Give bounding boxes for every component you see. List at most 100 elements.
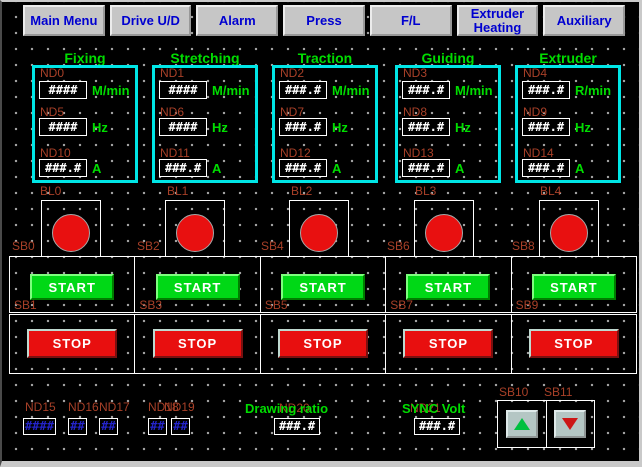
unit-label: Hz bbox=[332, 120, 348, 135]
numeric-display: ###.# bbox=[279, 81, 327, 99]
unit-label: R/min bbox=[575, 83, 611, 98]
stop-cell-guiding: STOP bbox=[386, 315, 511, 373]
drawing-ratio-display: ###.# bbox=[274, 418, 320, 435]
numeric-display: ###.# bbox=[522, 159, 570, 177]
unit-label: Hz bbox=[575, 120, 591, 135]
button-id-label: SB8 bbox=[512, 239, 535, 253]
button-id-label: SB9 bbox=[516, 298, 539, 312]
display-group-extruder: ND4 ###.# R/min ND9 ###.# Hz ND14 ###.# … bbox=[515, 65, 621, 183]
button-id-label: SB0 bbox=[12, 239, 35, 253]
nd-id-label: ND10 bbox=[40, 146, 71, 160]
up-button-cell bbox=[498, 401, 547, 447]
numeric-display: ## bbox=[171, 418, 190, 435]
fl-button[interactable]: F/L bbox=[370, 5, 452, 36]
button-id-label: SB3 bbox=[139, 298, 162, 312]
lamp-id-label: BL0 bbox=[40, 184, 61, 198]
auxiliary-button[interactable]: Auxiliary bbox=[543, 5, 625, 36]
sync-adjust-group bbox=[497, 400, 595, 448]
start-button-stretching[interactable]: START bbox=[156, 274, 240, 300]
run-lamp-icon bbox=[176, 214, 214, 252]
unit-label: Hz bbox=[212, 120, 228, 135]
nd-id-label: ND11 bbox=[160, 146, 190, 160]
button-id-label: SB6 bbox=[387, 239, 410, 253]
run-lamp-cell-extruder bbox=[539, 200, 599, 257]
unit-label: M/min bbox=[332, 83, 370, 98]
down-button-cell bbox=[547, 401, 595, 447]
numeric-display: ###.# bbox=[522, 81, 570, 99]
nd-id-label: ND7 bbox=[280, 105, 304, 119]
start-button-fixing[interactable]: START bbox=[30, 274, 114, 300]
run-lamp-icon bbox=[550, 214, 588, 252]
run-lamp-icon bbox=[300, 214, 338, 252]
sync-volt-label-group: ND21 SYNC Volt bbox=[402, 400, 465, 418]
drawing-ratio-label-group: ND20 Drawing ratio bbox=[245, 400, 328, 418]
unit-label: M/min bbox=[212, 83, 250, 98]
nd-id-label: ND17 bbox=[99, 400, 130, 414]
nd-id-label: ND3 bbox=[403, 66, 427, 80]
decrease-button[interactable] bbox=[554, 410, 586, 438]
press-button[interactable]: Press bbox=[283, 5, 365, 36]
start-button-band: START SB1 START SB3 START SB5 START SB7 … bbox=[9, 256, 637, 313]
nd-id-label: ND2 bbox=[280, 66, 304, 80]
down-arrow-icon bbox=[562, 418, 578, 430]
drawing-ratio-label: Drawing ratio bbox=[245, 401, 328, 416]
nd-id-label: ND0 bbox=[40, 66, 64, 80]
numeric-display: ## bbox=[68, 418, 87, 435]
button-id-label: SB11 bbox=[544, 385, 572, 399]
button-id-label: SB7 bbox=[390, 298, 413, 312]
stop-button-guiding[interactable]: STOP bbox=[403, 329, 493, 358]
display-group-traction: ND2 ###.# M/min ND7 ###.# Hz ND12 ###.# … bbox=[272, 65, 378, 183]
main-menu-button[interactable]: Main Menu bbox=[23, 5, 105, 36]
stop-button-traction[interactable]: STOP bbox=[278, 329, 368, 358]
numeric-display: ###.# bbox=[402, 159, 450, 177]
unit-label: Hz bbox=[455, 120, 471, 135]
lamp-id-label: BL4 bbox=[540, 184, 561, 198]
stop-button-fixing[interactable]: STOP bbox=[27, 329, 117, 358]
increase-button[interactable] bbox=[506, 410, 538, 438]
numeric-display: ###.# bbox=[279, 118, 327, 136]
unit-label: A bbox=[92, 161, 101, 176]
stop-button-extruder[interactable]: STOP bbox=[529, 329, 619, 358]
section-title-guiding: Guiding bbox=[395, 50, 501, 66]
numeric-display: ###.# bbox=[159, 159, 207, 177]
start-button-traction[interactable]: START bbox=[281, 274, 365, 300]
alarm-button[interactable]: Alarm bbox=[196, 5, 278, 36]
stop-button-stretching[interactable]: STOP bbox=[153, 329, 243, 358]
numeric-display: #### bbox=[39, 118, 87, 136]
unit-label: A bbox=[212, 161, 221, 176]
start-cell-stretching: START SB3 bbox=[135, 257, 260, 312]
numeric-display: ## bbox=[148, 418, 167, 435]
nd-id-label: ND1 bbox=[160, 66, 184, 80]
numeric-display: ###.# bbox=[39, 159, 87, 177]
display-group-guiding: ND3 ###.# M/min ND8 ###.# Hz ND13 ###.# … bbox=[395, 65, 501, 183]
start-button-extruder[interactable]: START bbox=[532, 274, 616, 300]
nd-id-label: ND19 bbox=[164, 400, 195, 414]
sync-volt-display: ###.# bbox=[414, 418, 460, 435]
numeric-display: #### bbox=[159, 81, 207, 99]
section-title-stretching: Stretching bbox=[152, 50, 258, 66]
run-lamp-icon bbox=[425, 214, 463, 252]
stop-cell-fixing: STOP bbox=[10, 315, 135, 373]
sync-volt-label: SYNC Volt bbox=[402, 401, 465, 416]
run-lamp-cell-traction bbox=[289, 200, 349, 257]
nd-id-label: ND8 bbox=[403, 105, 427, 119]
nd-id-label: ND14 bbox=[523, 146, 554, 160]
nd-id-label: ND5 bbox=[40, 105, 64, 119]
start-cell-traction: START SB5 bbox=[261, 257, 386, 312]
start-cell-guiding: START SB7 bbox=[386, 257, 511, 312]
numeric-display: ###.# bbox=[279, 159, 327, 177]
button-id-label: SB10 bbox=[499, 385, 528, 399]
drive-ud-button[interactable]: Drive U/D bbox=[110, 5, 192, 36]
toolbar: Main Menu Drive U/D Alarm Press F/L Extr… bbox=[23, 5, 625, 36]
display-group-fixing: ND0 #### M/min ND5 #### Hz ND10 ###.# A bbox=[32, 65, 138, 183]
start-button-guiding[interactable]: START bbox=[406, 274, 490, 300]
numeric-display: #### bbox=[159, 118, 207, 136]
stop-cell-extruder: STOP bbox=[512, 315, 636, 373]
numeric-display: #### bbox=[23, 418, 56, 435]
numeric-display: ###.# bbox=[402, 81, 450, 99]
unit-label: M/min bbox=[92, 83, 130, 98]
extruder-heating-button[interactable]: Extruder Heating bbox=[457, 5, 539, 36]
up-arrow-icon bbox=[514, 418, 530, 430]
unit-label: A bbox=[455, 161, 464, 176]
button-id-label: SB2 bbox=[137, 239, 160, 253]
